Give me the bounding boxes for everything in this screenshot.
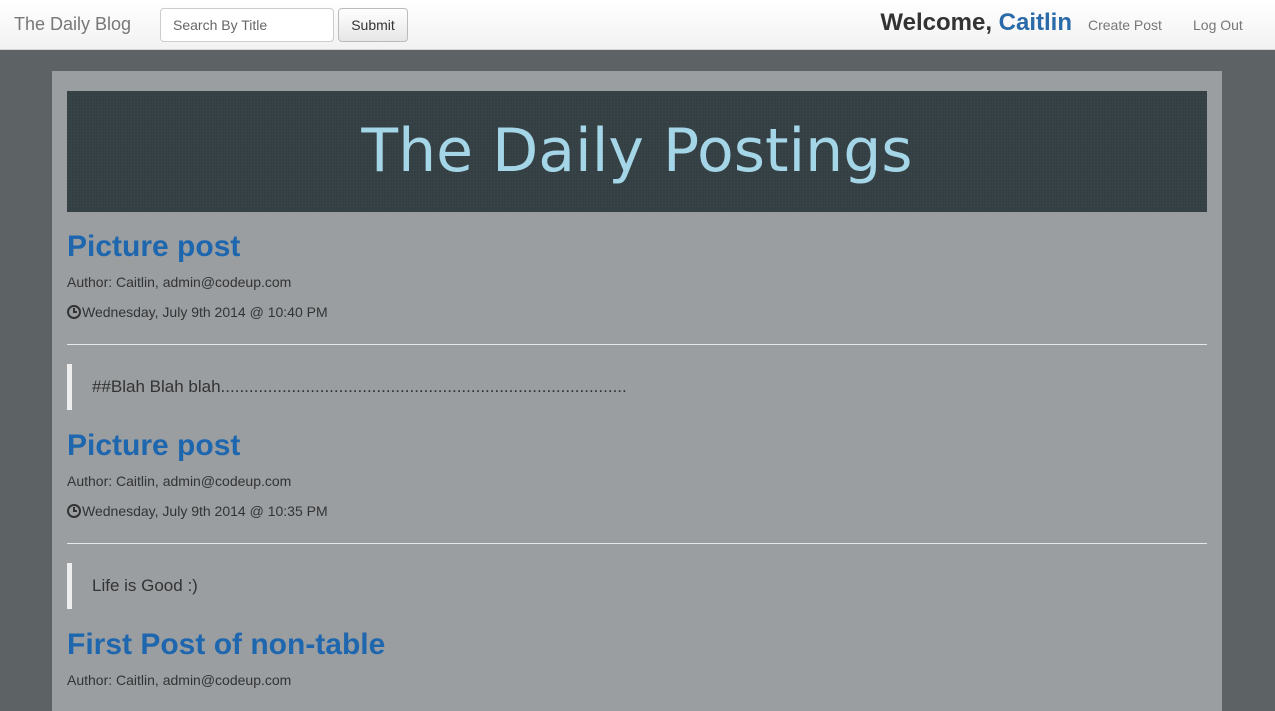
page-title: The Daily Postings [361,116,913,186]
welcome-message: Welcome, Caitlin [880,9,1072,37]
log-out-link[interactable]: Log Out [1193,17,1243,33]
post-body: ##Blah Blah blah........................… [67,364,627,410]
post-date-line: Wednesday, July 9th 2014 @ 10:40 PM [67,304,328,320]
post-author: Author: Caitlin, admin@codeup.com [67,274,292,290]
jumbotron: The Daily Postings [67,91,1207,212]
search-input[interactable] [160,8,334,42]
post-author: Author: Caitlin, admin@codeup.com [67,672,292,688]
post-date: Wednesday, July 9th 2014 @ 10:40 PM [82,304,328,320]
submit-button[interactable]: Submit [338,8,408,42]
brand-link[interactable]: The Daily Blog [14,14,131,35]
post-divider [67,344,1207,345]
post-date-line: Wednesday, July 9th 2014 @ 10:35 PM [67,503,328,519]
welcome-username: Caitlin [998,9,1072,36]
post-title-link[interactable]: First Post of non-table [67,628,385,662]
post-title-link[interactable]: Picture post [67,429,240,463]
clock-icon [67,305,81,319]
main-content: The Daily Postings Picture post Author: … [52,71,1222,711]
post-date: Wednesday, July 9th 2014 @ 10:35 PM [82,503,328,519]
navbar: The Daily Blog Submit Welcome, Caitlin C… [0,0,1275,50]
post-author: Author: Caitlin, admin@codeup.com [67,473,292,489]
welcome-prefix: Welcome, [880,9,999,36]
create-post-link[interactable]: Create Post [1088,17,1162,33]
post-body: Life is Good :) [67,563,198,609]
clock-icon [67,504,81,518]
post-divider [67,543,1207,544]
post-title-link[interactable]: Picture post [67,230,240,264]
